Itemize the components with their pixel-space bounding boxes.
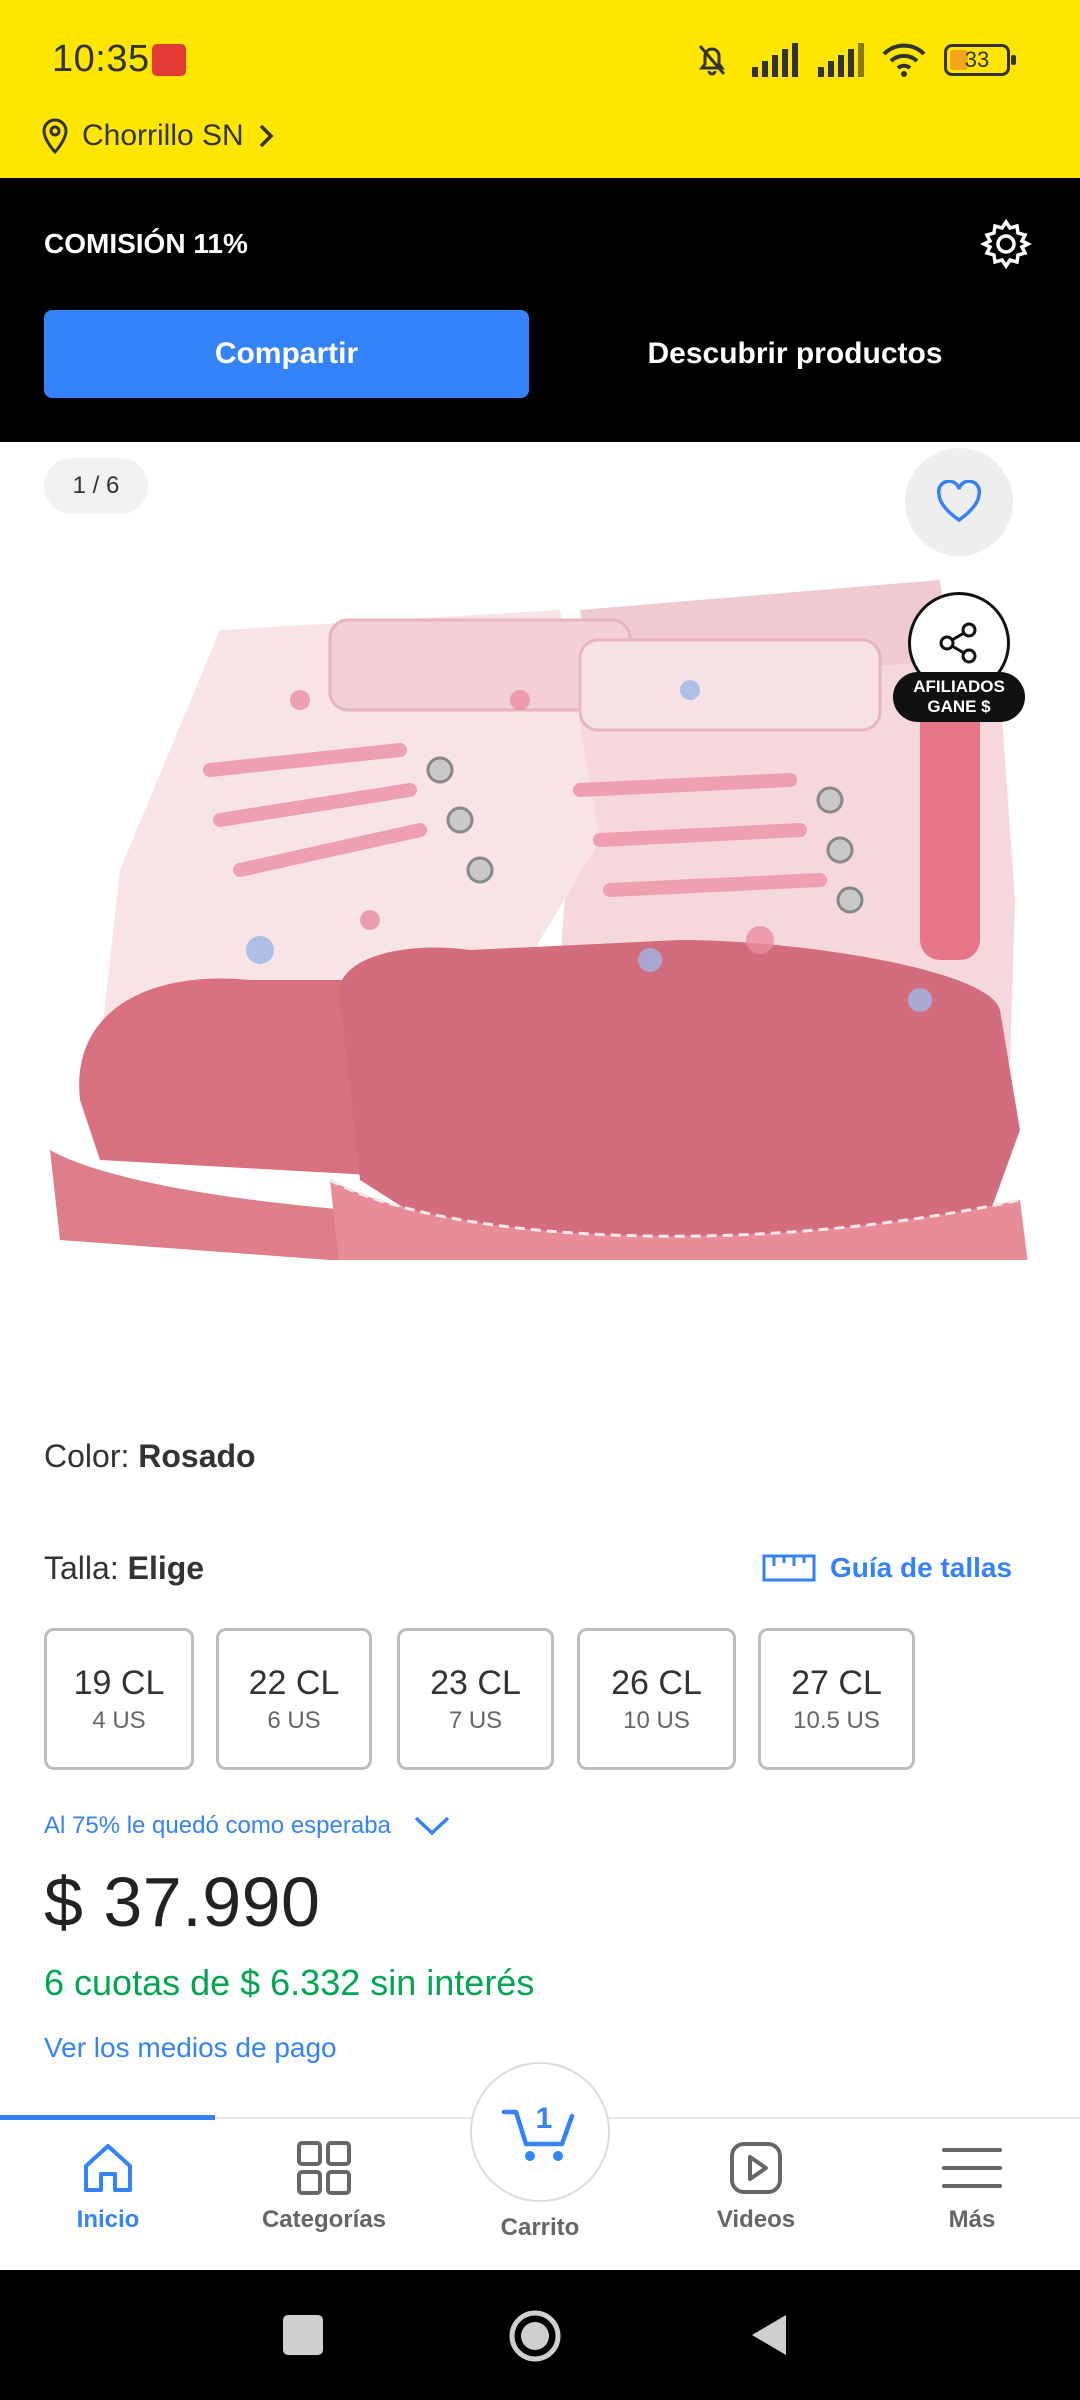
size-option[interactable]: 19 CL 4 US bbox=[44, 1628, 194, 1770]
size-us: 10.5 US bbox=[793, 1706, 880, 1734]
affiliate-badge-line1: AFILIADOS bbox=[913, 677, 1005, 696]
product-price: $ 37.990 bbox=[44, 1863, 321, 1941]
color-label: Color: bbox=[44, 1438, 139, 1474]
nav-active-indicator bbox=[0, 2115, 215, 2120]
size-option[interactable]: 27 CL 10.5 US bbox=[758, 1628, 915, 1770]
size-us: 7 US bbox=[448, 1706, 503, 1734]
size-us: 10 US bbox=[623, 1706, 690, 1734]
menu-icon bbox=[942, 2148, 1002, 2188]
size-guide-label: Guía de tallas bbox=[830, 1552, 1013, 1583]
share-icon bbox=[939, 622, 977, 664]
nav-item-mas[interactable]: Más bbox=[864, 2140, 1080, 2234]
size-cl: 23 CL bbox=[430, 1663, 521, 1702]
video-play-icon bbox=[730, 2142, 782, 2194]
gear-icon[interactable] bbox=[980, 218, 1032, 270]
size-cl: 22 CL bbox=[248, 1663, 340, 1702]
affiliate-badge[interactable]: AFILIADOS GANE $ bbox=[893, 672, 1025, 722]
status-icons: 33 bbox=[692, 40, 1016, 80]
cart-icon: 1 bbox=[501, 2102, 575, 2161]
signal-1-icon bbox=[752, 43, 798, 77]
color-value: Rosado bbox=[138, 1438, 256, 1474]
location-selector[interactable]: Chorrillo SN bbox=[40, 118, 276, 154]
size-cl: 19 CL bbox=[73, 1663, 165, 1702]
color-variant: Color: Rosado bbox=[44, 1438, 256, 1475]
nav-label: Inicio bbox=[76, 2206, 140, 2233]
size-us: 4 US bbox=[92, 1706, 146, 1734]
wifi-icon bbox=[882, 43, 926, 77]
installments-text: 6 cuotas de $ 6.332 sin interés bbox=[44, 1962, 535, 2003]
size-label: Talla: bbox=[44, 1550, 128, 1586]
commission-label: COMISIÓN 11% bbox=[44, 228, 248, 259]
nav-item-categorias[interactable]: Categorías bbox=[216, 2140, 432, 2234]
chevron-right-icon bbox=[259, 124, 274, 148]
grid-icon bbox=[297, 2141, 351, 2195]
status-time: 10:35 bbox=[52, 38, 150, 80]
heart-icon bbox=[936, 480, 982, 523]
mute-bell-icon bbox=[698, 45, 726, 76]
size-option[interactable]: 22 CL 6 US bbox=[216, 1628, 372, 1770]
affiliate-badge-line2: GANE $ bbox=[927, 697, 991, 716]
nav-item-inicio[interactable]: Inicio bbox=[0, 2140, 216, 2234]
nav-item-carrito[interactable]: 1 bbox=[470, 2062, 610, 2202]
home-system-button[interactable] bbox=[507, 2308, 563, 2364]
share-button[interactable]: Compartir bbox=[44, 310, 529, 398]
size-option[interactable]: 26 CL 10 US bbox=[577, 1628, 736, 1770]
shop-notification-icon bbox=[152, 44, 186, 76]
nav-label: Categorías bbox=[261, 2206, 387, 2233]
size-variant: Talla: Elige bbox=[44, 1550, 204, 1587]
payment-methods-link[interactable]: Ver los medios de pago bbox=[44, 2032, 337, 2064]
back-system-button[interactable] bbox=[748, 2312, 790, 2358]
ruler-icon bbox=[762, 1554, 816, 1582]
size-value: Elige bbox=[127, 1550, 205, 1586]
location-label: Chorrillo SN bbox=[82, 119, 244, 152]
fit-opinion-text: Al 75% le quedó como esperaba bbox=[44, 1812, 391, 1839]
battery-icon: 33 bbox=[944, 44, 1016, 76]
gallery-pager: 1 / 6 bbox=[44, 458, 148, 514]
size-guide-link[interactable]: Guía de tallas bbox=[762, 1552, 1012, 1584]
signal-2-icon bbox=[818, 43, 864, 77]
cart-badge: 1 bbox=[536, 2102, 553, 2135]
size-cl: 26 CL bbox=[611, 1663, 702, 1702]
size-cl: 27 CL bbox=[791, 1663, 882, 1702]
fit-opinion-toggle[interactable]: Al 75% le quedó como esperaba bbox=[44, 1812, 451, 1840]
product-image[interactable] bbox=[40, 540, 1040, 1260]
recents-button[interactable] bbox=[283, 2315, 323, 2355]
home-icon bbox=[84, 2144, 132, 2192]
nav-item-videos[interactable]: Videos bbox=[648, 2140, 864, 2234]
size-option[interactable]: 23 CL 7 US bbox=[397, 1628, 554, 1770]
location-pin-icon bbox=[42, 118, 68, 154]
chevron-down-icon bbox=[414, 1816, 450, 1836]
nav-label: Más bbox=[948, 2206, 996, 2233]
discover-products-button[interactable]: Descubrir productos bbox=[560, 310, 1030, 398]
nav-label: Videos bbox=[716, 2206, 796, 2233]
size-us: 6 US bbox=[267, 1706, 321, 1734]
nav-label-carrito[interactable]: Carrito bbox=[440, 2214, 640, 2242]
